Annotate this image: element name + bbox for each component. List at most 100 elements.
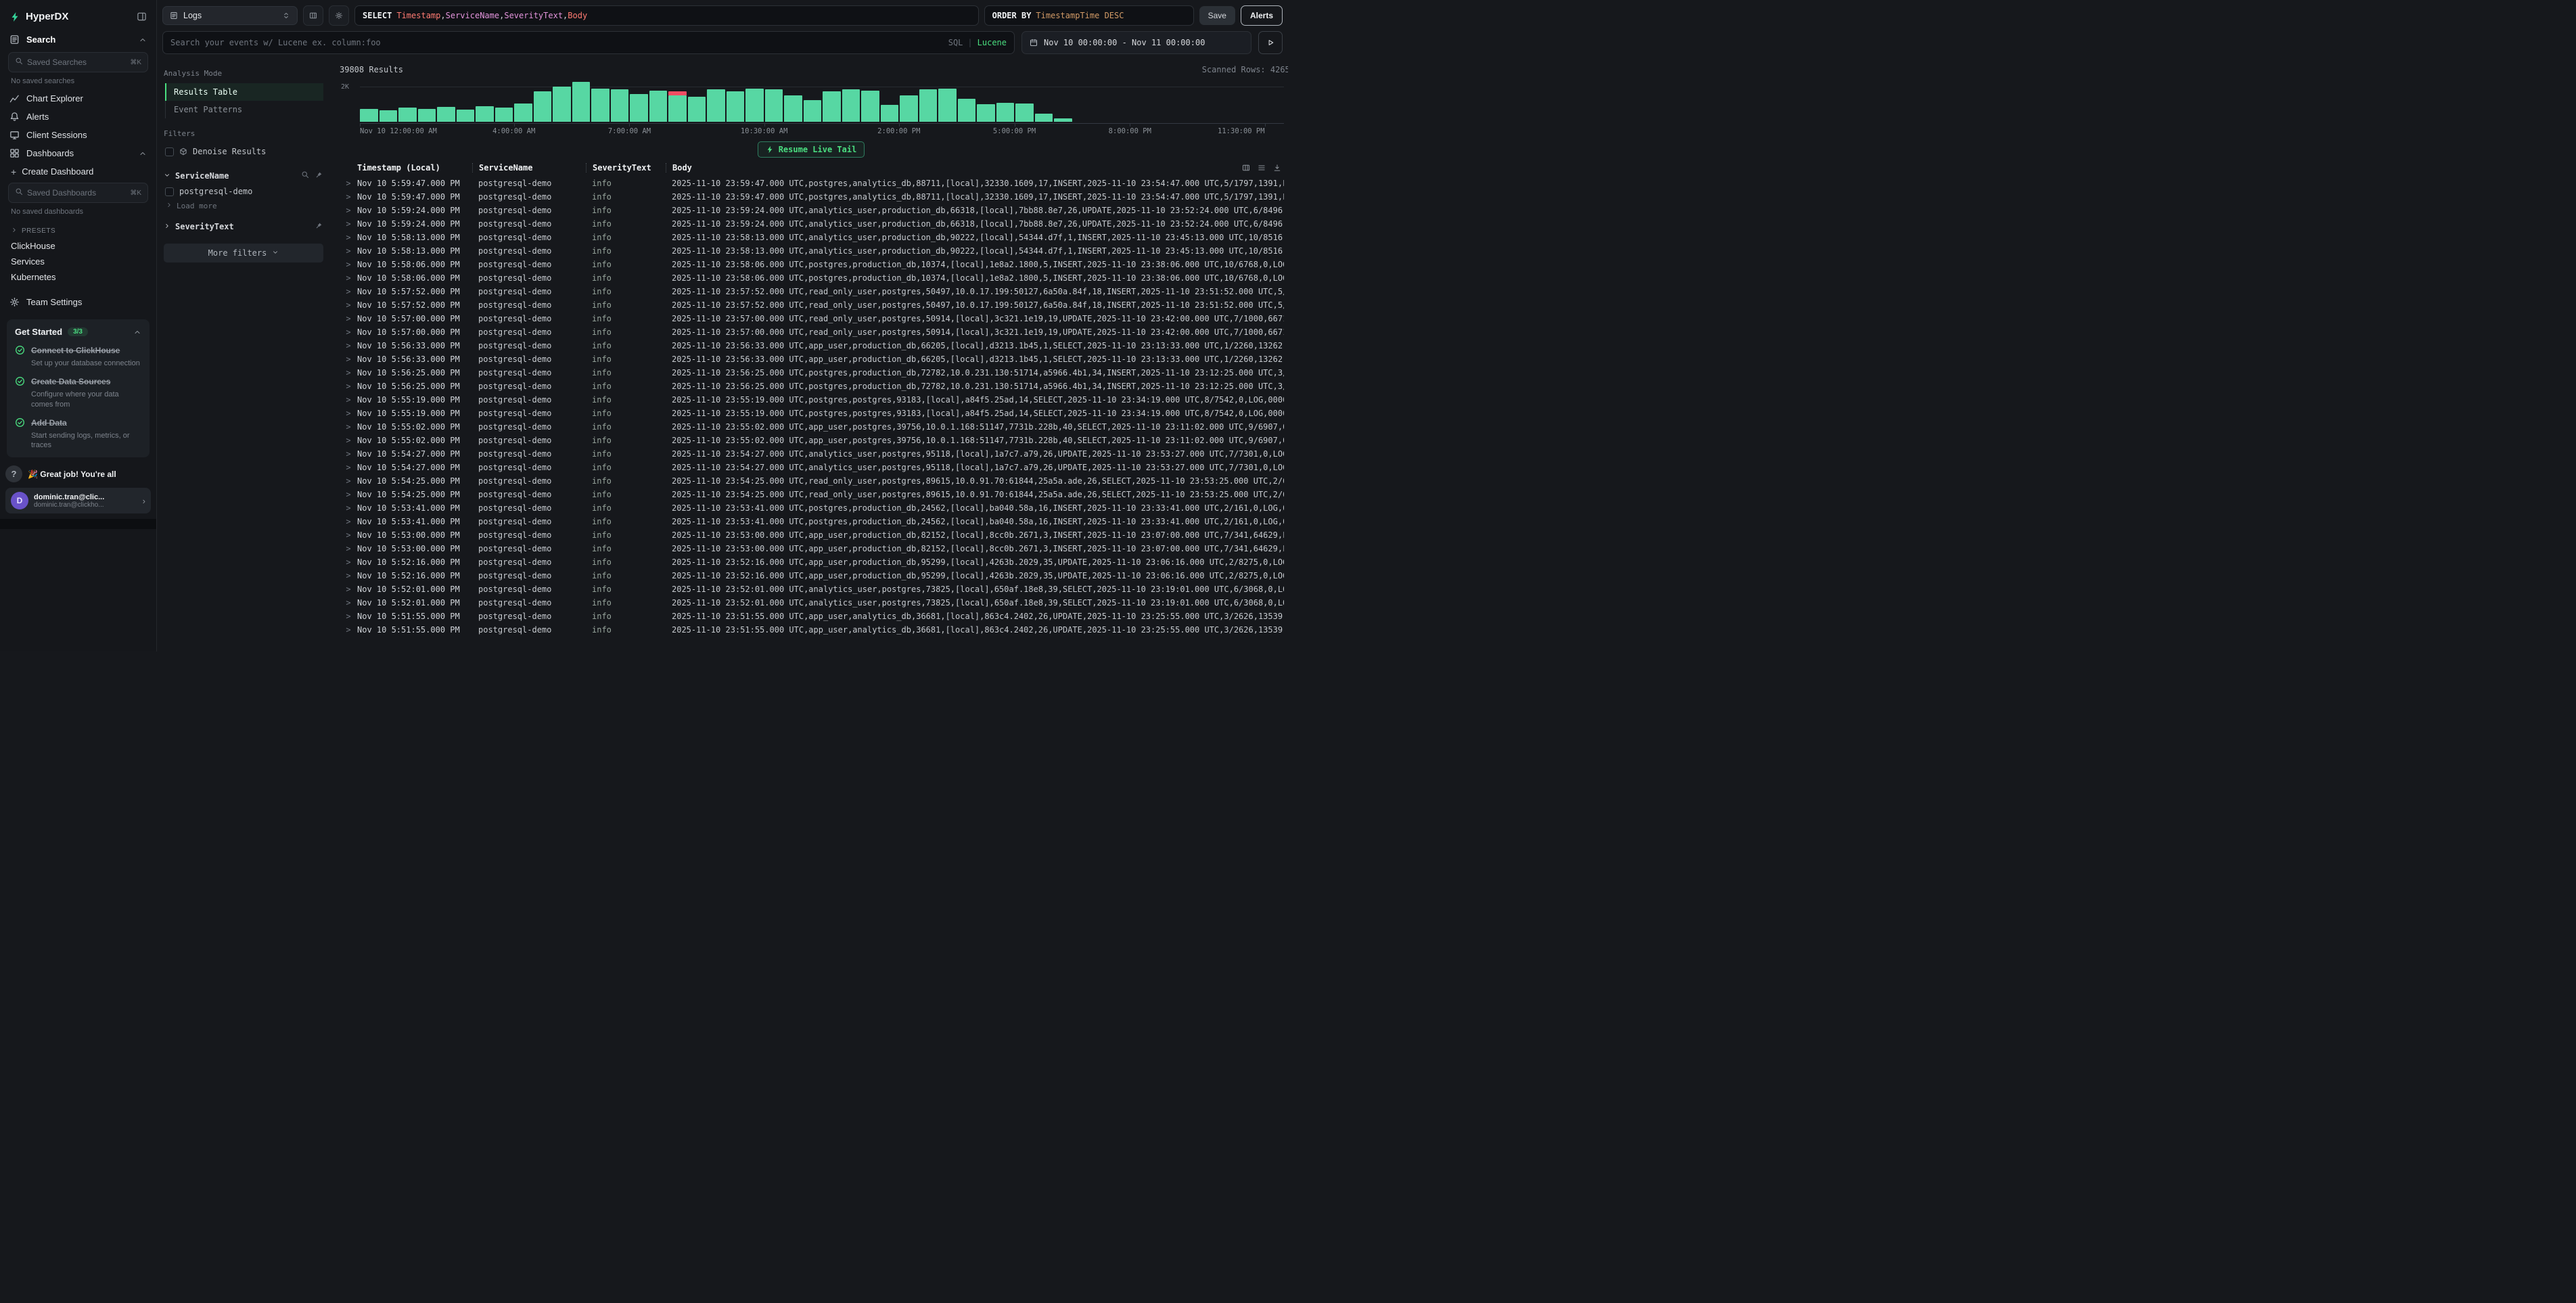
log-row[interactable]: >Nov 10 5:52:16.000 PMpostgresql-demoinf…: [340, 569, 1284, 582]
log-row[interactable]: >Nov 10 5:54:25.000 PMpostgresql-demoinf…: [340, 474, 1284, 488]
row-expand-chevron-icon[interactable]: >: [340, 287, 357, 296]
log-row[interactable]: >Nov 10 5:51:55.000 PMpostgresql-demoinf…: [340, 623, 1284, 637]
histogram-bar[interactable]: [572, 80, 591, 122]
row-expand-chevron-icon[interactable]: >: [340, 314, 357, 323]
log-row[interactable]: >Nov 10 5:57:00.000 PMpostgresql-demoinf…: [340, 312, 1284, 325]
sidebar-item-alerts[interactable]: Alerts: [0, 108, 156, 126]
presets-header[interactable]: PRESETS: [0, 220, 156, 238]
row-expand-chevron-icon[interactable]: >: [340, 355, 357, 364]
histogram-bar[interactable]: [1015, 80, 1034, 122]
histogram-bar[interactable]: [495, 80, 513, 122]
chevron-up-icon[interactable]: [139, 36, 147, 44]
histogram-bar[interactable]: [534, 80, 552, 122]
mode-results-table[interactable]: Results Table: [166, 83, 323, 101]
histogram-bar[interactable]: [611, 80, 629, 122]
gear-button[interactable]: [329, 5, 349, 26]
histogram-bar[interactable]: [938, 80, 957, 122]
more-filters-button[interactable]: More filters: [164, 244, 323, 262]
preset-item-kubernetes[interactable]: Kubernetes: [0, 269, 156, 285]
histogram-bar[interactable]: [842, 80, 860, 122]
log-row[interactable]: >Nov 10 5:57:52.000 PMpostgresql-demoinf…: [340, 298, 1284, 312]
date-range-picker[interactable]: Nov 10 00:00:00 - Nov 11 00:00:00: [1021, 31, 1251, 54]
row-expand-chevron-icon[interactable]: >: [340, 382, 357, 391]
table-columns-icon[interactable]: [1242, 164, 1250, 172]
log-row[interactable]: >Nov 10 5:53:00.000 PMpostgresql-demoinf…: [340, 542, 1284, 555]
chevron-up-icon[interactable]: [133, 328, 141, 336]
log-row[interactable]: >Nov 10 5:57:52.000 PMpostgresql-demoinf…: [340, 285, 1284, 298]
column-timestamp[interactable]: Timestamp (Local): [357, 163, 472, 173]
mode-sql[interactable]: SQL: [948, 38, 963, 47]
histogram-bar[interactable]: [380, 80, 398, 122]
log-row[interactable]: >Nov 10 5:55:19.000 PMpostgresql-demoinf…: [340, 407, 1284, 420]
column-servicename[interactable]: ServiceName: [472, 163, 586, 173]
preset-item-services[interactable]: Services: [0, 254, 156, 269]
row-expand-chevron-icon[interactable]: >: [340, 571, 357, 580]
row-expand-chevron-icon[interactable]: >: [340, 490, 357, 499]
log-row[interactable]: >Nov 10 5:59:47.000 PMpostgresql-demoinf…: [340, 177, 1284, 190]
row-expand-chevron-icon[interactable]: >: [340, 517, 357, 526]
histogram-bar[interactable]: [900, 80, 918, 122]
row-expand-chevron-icon[interactable]: >: [340, 327, 357, 337]
row-expand-chevron-icon[interactable]: >: [340, 233, 357, 242]
sidebar-item-client-sessions[interactable]: Client Sessions: [0, 126, 156, 144]
sidebar-item-team-settings[interactable]: Team Settings: [0, 293, 156, 311]
log-row[interactable]: >Nov 10 5:59:24.000 PMpostgresql-demoinf…: [340, 204, 1284, 217]
event-search-box[interactable]: SQL|Lucene: [162, 31, 1015, 54]
pin-icon[interactable]: [315, 170, 323, 181]
save-button[interactable]: Save: [1199, 6, 1235, 25]
log-row[interactable]: >Nov 10 5:52:01.000 PMpostgresql-demoinf…: [340, 596, 1284, 610]
row-expand-chevron-icon[interactable]: >: [340, 544, 357, 553]
mode-lucene[interactable]: Lucene: [978, 38, 1007, 47]
histogram-bar[interactable]: [1131, 80, 1149, 122]
log-row[interactable]: >Nov 10 5:59:24.000 PMpostgresql-demoinf…: [340, 217, 1284, 231]
histogram-bar[interactable]: [1074, 80, 1092, 122]
log-row[interactable]: >Nov 10 5:54:27.000 PMpostgresql-demoinf…: [340, 461, 1284, 474]
pin-icon[interactable]: [315, 221, 323, 231]
row-expand-chevron-icon[interactable]: >: [340, 341, 357, 350]
row-expand-chevron-icon[interactable]: >: [340, 300, 357, 310]
histogram-bar[interactable]: [727, 80, 745, 122]
resume-live-tail-button[interactable]: Resume Live Tail: [758, 141, 865, 158]
mode-event-patterns[interactable]: Event Patterns: [166, 101, 323, 118]
log-row[interactable]: >Nov 10 5:53:00.000 PMpostgresql-demoinf…: [340, 528, 1284, 542]
help-button[interactable]: ?: [5, 465, 22, 482]
log-row[interactable]: >Nov 10 5:56:33.000 PMpostgresql-demoinf…: [340, 339, 1284, 352]
select-query-input[interactable]: SELECT Timestamp,ServiceName,SeverityTex…: [354, 5, 979, 26]
histogram-bar[interactable]: [553, 80, 571, 122]
log-row[interactable]: >Nov 10 5:55:19.000 PMpostgresql-demoinf…: [340, 393, 1284, 407]
get-started-step[interactable]: Connect to ClickHouse Set up your databa…: [15, 344, 141, 368]
histogram-bar[interactable]: [919, 80, 938, 122]
histogram-bar[interactable]: [1112, 80, 1130, 122]
histogram-bar[interactable]: [591, 80, 610, 122]
row-expand-chevron-icon[interactable]: >: [340, 503, 357, 513]
log-row[interactable]: >Nov 10 5:54:27.000 PMpostgresql-demoinf…: [340, 447, 1284, 461]
order-by-input[interactable]: ORDER BY TimestampTime DESC: [984, 5, 1194, 26]
log-row[interactable]: >Nov 10 5:52:01.000 PMpostgresql-demoinf…: [340, 582, 1284, 596]
row-density-icon[interactable]: [1258, 164, 1266, 172]
log-row[interactable]: >Nov 10 5:58:13.000 PMpostgresql-demoinf…: [340, 244, 1284, 258]
row-expand-chevron-icon[interactable]: >: [340, 585, 357, 594]
histogram-bar[interactable]: [1092, 80, 1111, 122]
row-expand-chevron-icon[interactable]: >: [340, 368, 357, 378]
log-row[interactable]: >Nov 10 5:55:02.000 PMpostgresql-demoinf…: [340, 420, 1284, 434]
user-menu[interactable]: D dominic.tran@clic... dominic.tran@clic…: [5, 488, 151, 513]
row-expand-chevron-icon[interactable]: >: [340, 612, 357, 621]
row-expand-chevron-icon[interactable]: >: [340, 625, 357, 635]
row-expand-chevron-icon[interactable]: >: [340, 219, 357, 229]
histogram-bar[interactable]: [1170, 80, 1188, 122]
histogram-bar[interactable]: [861, 80, 879, 122]
saved-searches-search[interactable]: ⌘K: [8, 52, 148, 72]
histogram-bar[interactable]: [360, 80, 378, 122]
facet-servicename[interactable]: ServiceName: [164, 170, 323, 181]
log-row[interactable]: >Nov 10 5:53:41.000 PMpostgresql-demoinf…: [340, 515, 1284, 528]
columns-settings-button[interactable]: [303, 5, 323, 26]
histogram-bar[interactable]: [1247, 80, 1265, 122]
row-expand-chevron-icon[interactable]: >: [340, 530, 357, 540]
histogram-bar[interactable]: [707, 80, 725, 122]
log-row[interactable]: >Nov 10 5:56:33.000 PMpostgresql-demoinf…: [340, 352, 1284, 366]
histogram-bar[interactable]: [630, 80, 648, 122]
chevron-up-icon[interactable]: [139, 150, 147, 158]
row-expand-chevron-icon[interactable]: >: [340, 449, 357, 459]
sidebar-item-dashboards[interactable]: Dashboards: [0, 144, 156, 162]
row-expand-chevron-icon[interactable]: >: [340, 409, 357, 418]
